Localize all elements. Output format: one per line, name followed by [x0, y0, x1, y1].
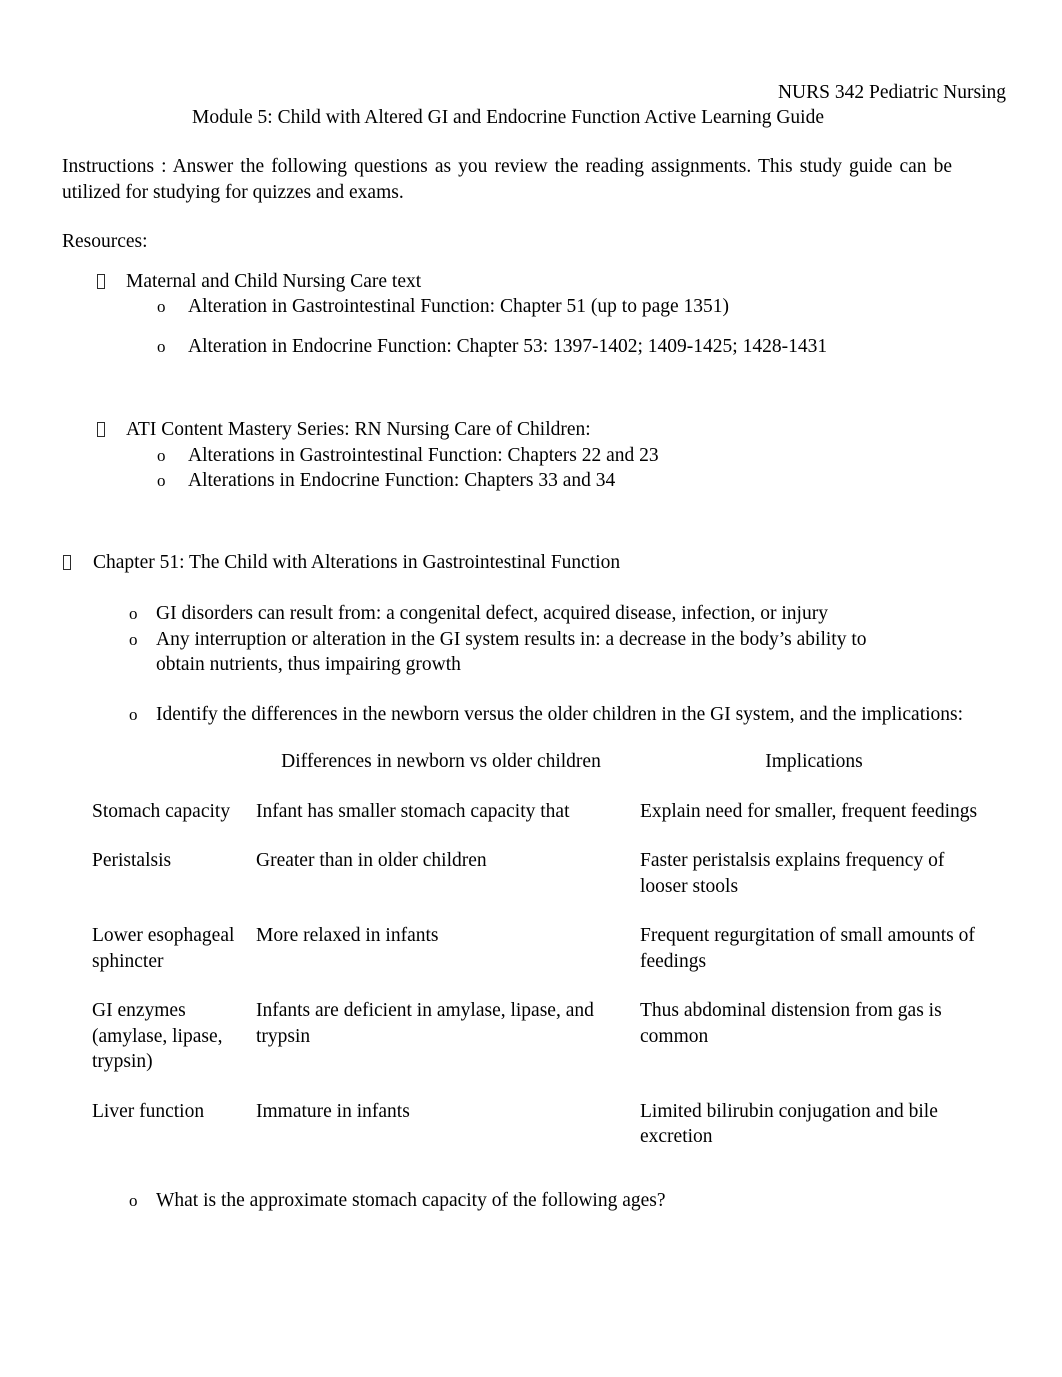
- module-title: Module 5: Child with Altered GI and Endo…: [192, 107, 824, 128]
- chapter-51-point: o Any interruption or alteration in the …: [129, 627, 1006, 678]
- row-difference: More relaxed in infants: [256, 925, 439, 946]
- circle-bullet-icon: o: [157, 336, 166, 356]
- table-header-feature: [92, 749, 256, 799]
- table-prompt: o Identify the differences in the newbor…: [129, 702, 1006, 728]
- square-bullet-icon: [97, 269, 126, 295]
- resource-subitem-label: Alterations in Gastrointestinal Function…: [188, 444, 659, 466]
- chapter-51-point-text: Any interruption or alteration in the GI…: [156, 628, 867, 676]
- closing-prompt-text: What is the approximate stomach capacity…: [156, 1189, 666, 1211]
- document-page: NURS 342 Pediatric Nursing Module 5: Chi…: [0, 0, 1062, 1377]
- row-difference: Infants are deficient in amylase, lipase…: [256, 1000, 594, 1047]
- closing-prompt: o What is the approximate stomach capaci…: [129, 1188, 1006, 1214]
- circle-bullet-icon: o: [157, 471, 166, 490]
- row-implication: Limited bilirubin conjugation and bile e…: [640, 1100, 938, 1148]
- row-difference: Infant has smaller stomach capacity that: [256, 800, 570, 822]
- row-implication: Faster peristalsis explains frequency of…: [640, 850, 945, 897]
- resource-subitem: o Alterations in Endocrine Function: Cha…: [157, 468, 1006, 494]
- resources-heading: Resources:: [62, 231, 148, 252]
- chapter-51-point-text: GI disorders can result from: a congenit…: [156, 603, 828, 624]
- row-feature: Stomach capacity: [92, 800, 231, 822]
- resource-subitem: o Alteration in Gastrointestinal Functio…: [157, 294, 1006, 320]
- circle-bullet-icon: o: [157, 445, 166, 465]
- course-title: NURS 342 Pediatric Nursing: [777, 82, 1006, 103]
- circle-bullet-icon: o: [129, 704, 138, 724]
- gi-differences-table: Differences in newborn vs older children…: [92, 749, 1002, 1174]
- row-difference: Immature in infants: [256, 1100, 410, 1122]
- circle-bullet-icon: o: [129, 604, 138, 623]
- resource-subitem-label: Alteration in Endocrine Function: Chapte…: [188, 335, 828, 357]
- chapter-51-title: Chapter 51: The Child with Alterations i…: [93, 551, 621, 573]
- resource-item-label: Maternal and Child Nursing Care text: [126, 270, 422, 292]
- row-feature: GI enzymes (amylase, lipase, trypsin): [92, 1000, 223, 1072]
- instructions-paragraph: Instructions : Answer the following ques…: [62, 156, 952, 203]
- table-row: GI enzymes (amylase, lipase, trypsin) In…: [92, 998, 1002, 1099]
- resource-subitem-label: Alteration in Gastrointestinal Function:…: [188, 296, 730, 317]
- table-row: Stomach capacity Infant has smaller stom…: [92, 799, 1002, 849]
- row-feature: Lower esophageal sphincter: [92, 925, 235, 972]
- table-header-row: Differences in newborn vs older children…: [92, 749, 1002, 799]
- table-row: Lower esophageal sphincter More relaxed …: [92, 923, 1002, 998]
- table-prompt-text: Identify the differences in the newborn …: [156, 703, 964, 725]
- table-row: Peristalsis Greater than in older childr…: [92, 848, 1002, 923]
- gi-differences-table-wrap: Differences in newborn vs older children…: [62, 749, 1006, 1174]
- resource-subitem-label: Alterations in Endocrine Function: Chapt…: [188, 470, 616, 491]
- row-implication: Frequent regurgitation of small amounts …: [640, 925, 975, 972]
- square-bullet-icon: [97, 417, 126, 443]
- circle-bullet-icon: o: [129, 629, 138, 649]
- table-header-differences: Differences in newborn vs older children: [281, 751, 601, 772]
- document-header: NURS 342 Pediatric Nursing Module 5: Chi…: [62, 80, 1006, 130]
- row-difference: Greater than in older children: [256, 850, 487, 871]
- chapter-51-heading: Chapter 51: The Child with Alterations i…: [63, 550, 1006, 576]
- table-row: Liver function Immature in infants Limit…: [92, 1099, 1002, 1174]
- circle-bullet-icon: o: [129, 1190, 138, 1210]
- resource-item-maternal-child: Maternal and Child Nursing Care text: [97, 269, 1006, 295]
- row-implication: Explain need for smaller, frequent feedi…: [640, 800, 978, 822]
- resource-item-ati: ATI Content Mastery Series: RN Nursing C…: [97, 417, 1006, 443]
- row-implication: Thus abdominal distension from gas is co…: [640, 1000, 942, 1047]
- circle-bullet-icon: o: [157, 297, 166, 316]
- row-feature: Liver function: [92, 1100, 205, 1122]
- table-header-implications: Implications: [765, 751, 863, 772]
- row-feature: Peristalsis: [92, 850, 172, 871]
- resource-subitem: o Alterations in Gastrointestinal Functi…: [157, 443, 1006, 469]
- resource-subitem: o Alteration in Endocrine Function: Chap…: [157, 334, 1006, 360]
- square-bullet-icon: [63, 550, 93, 576]
- chapter-51-point: o GI disorders can result from: a congen…: [129, 601, 1006, 627]
- resource-item-label: ATI Content Mastery Series: RN Nursing C…: [126, 419, 591, 440]
